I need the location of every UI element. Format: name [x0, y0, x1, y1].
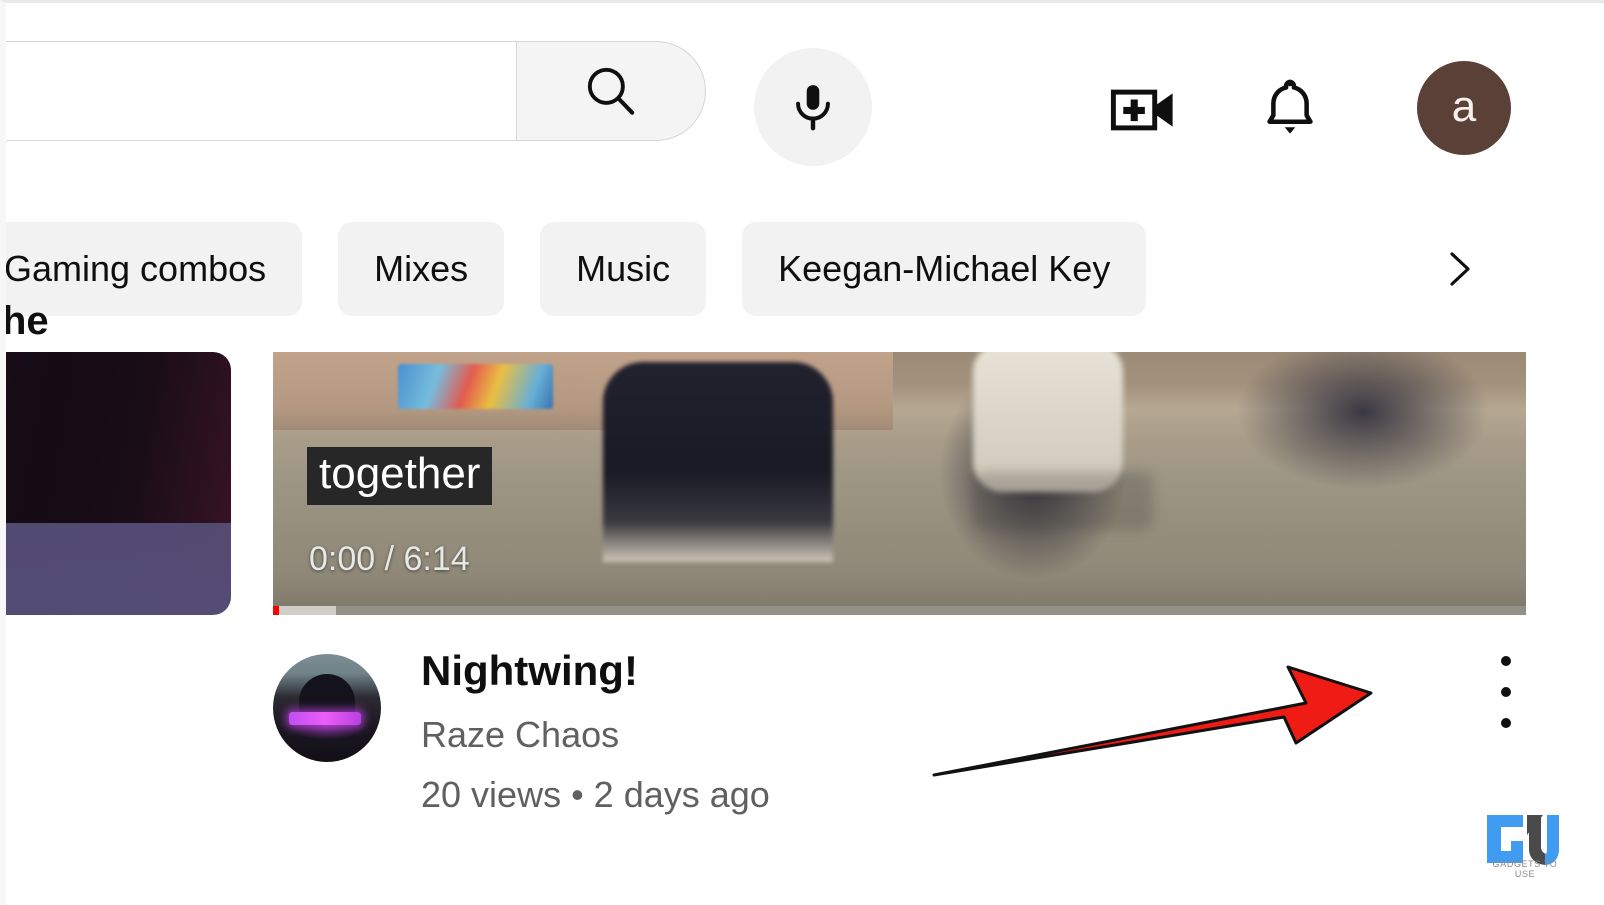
youtube-app-screenshot: a Gaming combos Mixes Music Keegan-Micha… — [0, 0, 1604, 905]
chip-label: Keegan-Michael Key — [778, 248, 1111, 289]
create-button[interactable] — [1102, 69, 1184, 151]
progress-played — [273, 606, 280, 615]
video-stats: 20 views • 2 days ago — [421, 774, 770, 816]
video-title[interactable]: Nightwing! — [421, 647, 770, 694]
search-bar — [6, 41, 706, 141]
chip-label: Gaming combos — [6, 248, 267, 289]
channel-avatar[interactable] — [273, 654, 381, 762]
progress-buffered — [273, 606, 336, 615]
search-button[interactable] — [516, 41, 706, 141]
chip-gaming-combos[interactable]: Gaming combos — [6, 222, 303, 316]
thumbnail-time-display: 0:00 / 6:14 — [309, 540, 470, 578]
avatar[interactable]: a — [1417, 61, 1511, 155]
video-meta-row: Nightwing! Raze Chaos 20 views • 2 days … — [273, 647, 1526, 816]
video-thumbnail[interactable] — [6, 352, 231, 615]
chip-label: Mixes — [374, 248, 469, 289]
search-icon — [587, 67, 635, 115]
voice-search-button[interactable] — [754, 48, 872, 166]
three-dot-vertical-icon — [1501, 656, 1511, 666]
video-thumbnail[interactable]: together 0:00 / 6:14 — [273, 352, 1526, 615]
watermark-caption: GADGETS TO USE — [1492, 859, 1558, 879]
bell-icon — [1267, 79, 1313, 134]
video-camera-plus-icon — [1110, 89, 1173, 131]
thumbnail-caption: together — [307, 447, 493, 505]
chip-mixes[interactable]: Mixes — [338, 222, 505, 316]
channel-name[interactable]: Raze Chaos — [421, 714, 770, 756]
avatar-letter: a — [1451, 82, 1477, 131]
video-title-partial: he — [2, 299, 49, 343]
chip-bar-next-button[interactable] — [1418, 222, 1498, 316]
thumbnail-decor-person-b — [973, 352, 1123, 492]
microphone-icon — [796, 85, 830, 131]
chip-keegan-michael-key[interactable]: Keegan-Michael Key — [742, 222, 1147, 316]
notifications-button[interactable] — [1249, 67, 1331, 149]
three-dot-vertical-icon — [1501, 687, 1511, 697]
thumbnail-decor-floor — [973, 472, 1153, 530]
three-dot-vertical-icon — [1501, 718, 1511, 728]
thumbnail-decor-poster — [398, 364, 553, 409]
app-header: a — [6, 11, 1604, 186]
video-card-nightwing[interactable]: together 0:00 / 6:14 — [273, 352, 1526, 615]
video-card-partial-left[interactable] — [6, 352, 231, 615]
search-input[interactable] — [6, 41, 516, 141]
filter-chip-bar[interactable]: Gaming combos Mixes Music Keegan-Michael… — [6, 222, 1604, 316]
more-menu-button[interactable] — [1484, 651, 1528, 733]
chevron-right-icon — [1450, 252, 1470, 286]
channel-avatar-decor-led — [289, 712, 361, 725]
thumbnail-decor-person-a — [603, 362, 833, 562]
chip-music[interactable]: Music — [540, 222, 707, 316]
video-meta-text: Nightwing! Raze Chaos 20 views • 2 days … — [421, 647, 770, 816]
video-progress-bar[interactable] — [273, 606, 1526, 615]
chip-label: Music — [576, 248, 671, 289]
